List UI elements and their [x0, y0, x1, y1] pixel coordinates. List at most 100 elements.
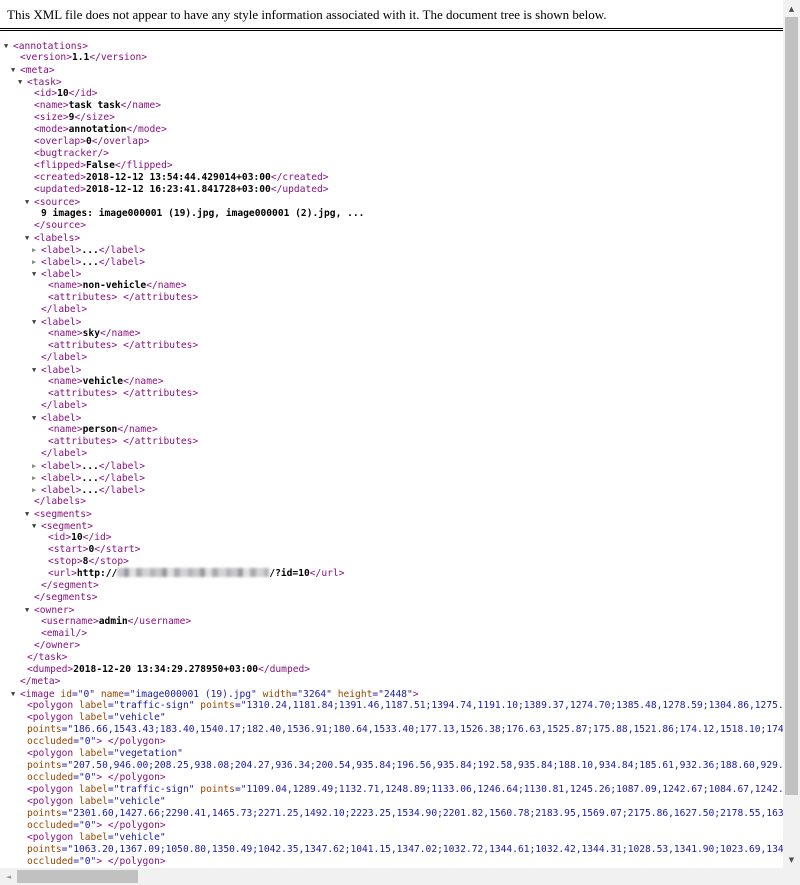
- horizontal-scrollbar-thumb[interactable]: [17, 870, 138, 883]
- xml-tag: <polygon: [27, 784, 73, 795]
- xml-attribute-name: occluded: [27, 820, 73, 831]
- scroll-down-button[interactable]: ▼: [783, 851, 800, 868]
- xml-line: <mode>annotation</mode>: [0, 124, 783, 136]
- collapse-toggle-icon[interactable]: ▼: [32, 520, 41, 532]
- xml-tag: <label>: [41, 257, 81, 268]
- xml-line: </source>: [0, 220, 783, 232]
- xml-attribute-value: ="1310.24,1181.84;1391.46,1187.51;1394.7…: [235, 700, 783, 711]
- xml-tag: <version>: [20, 52, 72, 63]
- xml-tag: </label>: [41, 448, 87, 459]
- scrollbar-corner: [783, 868, 800, 885]
- xml-line: <polygon label="vegetation": [0, 748, 783, 760]
- collapse-toggle-icon[interactable]: ▼: [11, 64, 20, 76]
- xml-tag: <email/>: [41, 628, 87, 639]
- xml-text-node: ...: [81, 245, 98, 256]
- collapse-toggle-icon[interactable]: ▼: [25, 604, 34, 616]
- xml-attribute-value: ="3264": [292, 689, 332, 700]
- redacted-url-blur: [117, 568, 269, 577]
- xml-text-node: ...: [81, 257, 98, 268]
- xml-attribute-name: occluded: [27, 856, 73, 867]
- xml-tag: </name>: [121, 100, 161, 111]
- xml-tag: <polygon: [27, 748, 73, 759]
- xml-tag: <annotations>: [13, 41, 88, 52]
- xml-tag: <segment>: [41, 521, 93, 532]
- xml-tag: <owner>: [34, 605, 74, 616]
- expand-toggle-icon[interactable]: ▶: [32, 244, 41, 256]
- xml-tag: </label>: [99, 257, 145, 268]
- xml-line: </labels>: [0, 496, 783, 508]
- xml-tag: <label>: [41, 269, 81, 280]
- xml-tag: </name>: [123, 376, 163, 387]
- xml-tag: <mode>: [34, 124, 69, 135]
- xml-tag: </mode>: [126, 124, 166, 135]
- xml-tag: <attributes>: [48, 388, 117, 399]
- collapse-toggle-icon[interactable]: ▼: [32, 316, 41, 328]
- xml-attribute-value: ="1109.04,1289.49;1132.71,1248.89;1133.0…: [235, 784, 783, 795]
- xml-attribute-value: ="vehicle": [108, 712, 166, 723]
- collapse-toggle-icon[interactable]: ▼: [11, 688, 20, 700]
- xml-line: </meta>: [0, 676, 783, 688]
- scroll-up-button[interactable]: ▲: [783, 0, 800, 17]
- xml-line: points="207.50,946.00;208.25,938.08;204.…: [0, 760, 783, 772]
- xml-text-node: non-vehicle: [83, 280, 147, 291]
- collapse-toggle-icon[interactable]: ▼: [4, 40, 13, 52]
- xml-tag: <url>: [48, 568, 77, 579]
- expand-toggle-icon[interactable]: ▶: [32, 460, 41, 472]
- xml-tag: </flipped>: [115, 160, 173, 171]
- xml-attribute-value: ="2301.60,1427.66;2290.41,1465.73;2271.2…: [62, 808, 783, 819]
- xml-tag: </segments>: [34, 592, 98, 603]
- xml-tag: </attributes>: [123, 340, 198, 351]
- xml-line: </segment>: [0, 580, 783, 592]
- vertical-scrollbar[interactable]: ▲ ▼: [783, 0, 800, 868]
- xml-tag: <image: [20, 689, 55, 700]
- xml-tree: ▼<annotations><version>1.1</version>▼<me…: [0, 31, 783, 868]
- xml-line: <stop>8</stop>: [0, 556, 783, 568]
- xml-text-node: False: [86, 160, 115, 171]
- xml-tag: </polygon>: [108, 736, 166, 747]
- collapse-toggle-icon[interactable]: ▼: [18, 76, 27, 88]
- xml-line: <overlap>0</overlap>: [0, 136, 783, 148]
- xml-tag: <start>: [48, 544, 88, 555]
- vertical-scrollbar-thumb[interactable]: [785, 17, 798, 795]
- xml-text-node: admin: [99, 616, 128, 627]
- xml-tag: <username>: [41, 616, 99, 627]
- xml-line: <email/>: [0, 628, 783, 640]
- scroll-left-button[interactable]: ◄: [0, 868, 17, 885]
- xml-line: <id>10</id>: [0, 88, 783, 100]
- xml-tag: </size>: [74, 112, 114, 123]
- xml-tag: </version>: [89, 52, 147, 63]
- xml-tag: </created>: [271, 172, 329, 183]
- xml-tag: </name>: [100, 328, 140, 339]
- xml-attribute-name: points: [27, 844, 62, 855]
- xml-line: </label>: [0, 352, 783, 364]
- xml-line: ▼<label>: [0, 364, 783, 376]
- xml-tag: <overlap>: [34, 136, 86, 147]
- xml-line: occluded="0"> </polygon>: [0, 772, 783, 784]
- xml-tag: </label>: [99, 245, 145, 256]
- xml-tag: <labels>: [34, 233, 80, 244]
- expand-toggle-icon[interactable]: ▶: [32, 256, 41, 268]
- expand-toggle-icon[interactable]: ▶: [32, 484, 41, 496]
- xml-attribute-name: label: [73, 832, 108, 843]
- xml-attribute-name: label: [73, 700, 108, 711]
- collapse-toggle-icon[interactable]: ▼: [25, 508, 34, 520]
- xml-tag: <segments>: [34, 509, 92, 520]
- xml-tag: <polygon: [27, 712, 73, 723]
- collapse-toggle-icon[interactable]: ▼: [32, 268, 41, 280]
- collapse-toggle-icon[interactable]: ▼: [25, 232, 34, 244]
- xml-attribute-name: points: [27, 808, 62, 819]
- xml-line: <updated>2018-12-12 16:23:41.841728+03:0…: [0, 184, 783, 196]
- xml-tag: </attributes>: [123, 388, 198, 399]
- xml-line: </segments>: [0, 592, 783, 604]
- xml-tag: <label>: [41, 485, 81, 496]
- collapse-toggle-icon[interactable]: ▼: [32, 364, 41, 376]
- xml-line: ▼<label>: [0, 316, 783, 328]
- collapse-toggle-icon[interactable]: ▼: [25, 196, 34, 208]
- xml-line: ▼<annotations>: [0, 40, 783, 52]
- xml-line: points="186.66,1543.43;183.40,1540.17;18…: [0, 724, 783, 736]
- collapse-toggle-icon[interactable]: ▼: [32, 412, 41, 424]
- expand-toggle-icon[interactable]: ▶: [32, 472, 41, 484]
- horizontal-scrollbar[interactable]: ◄: [0, 868, 783, 885]
- xml-tag: </name>: [117, 424, 157, 435]
- xml-tag: </url>: [310, 568, 345, 579]
